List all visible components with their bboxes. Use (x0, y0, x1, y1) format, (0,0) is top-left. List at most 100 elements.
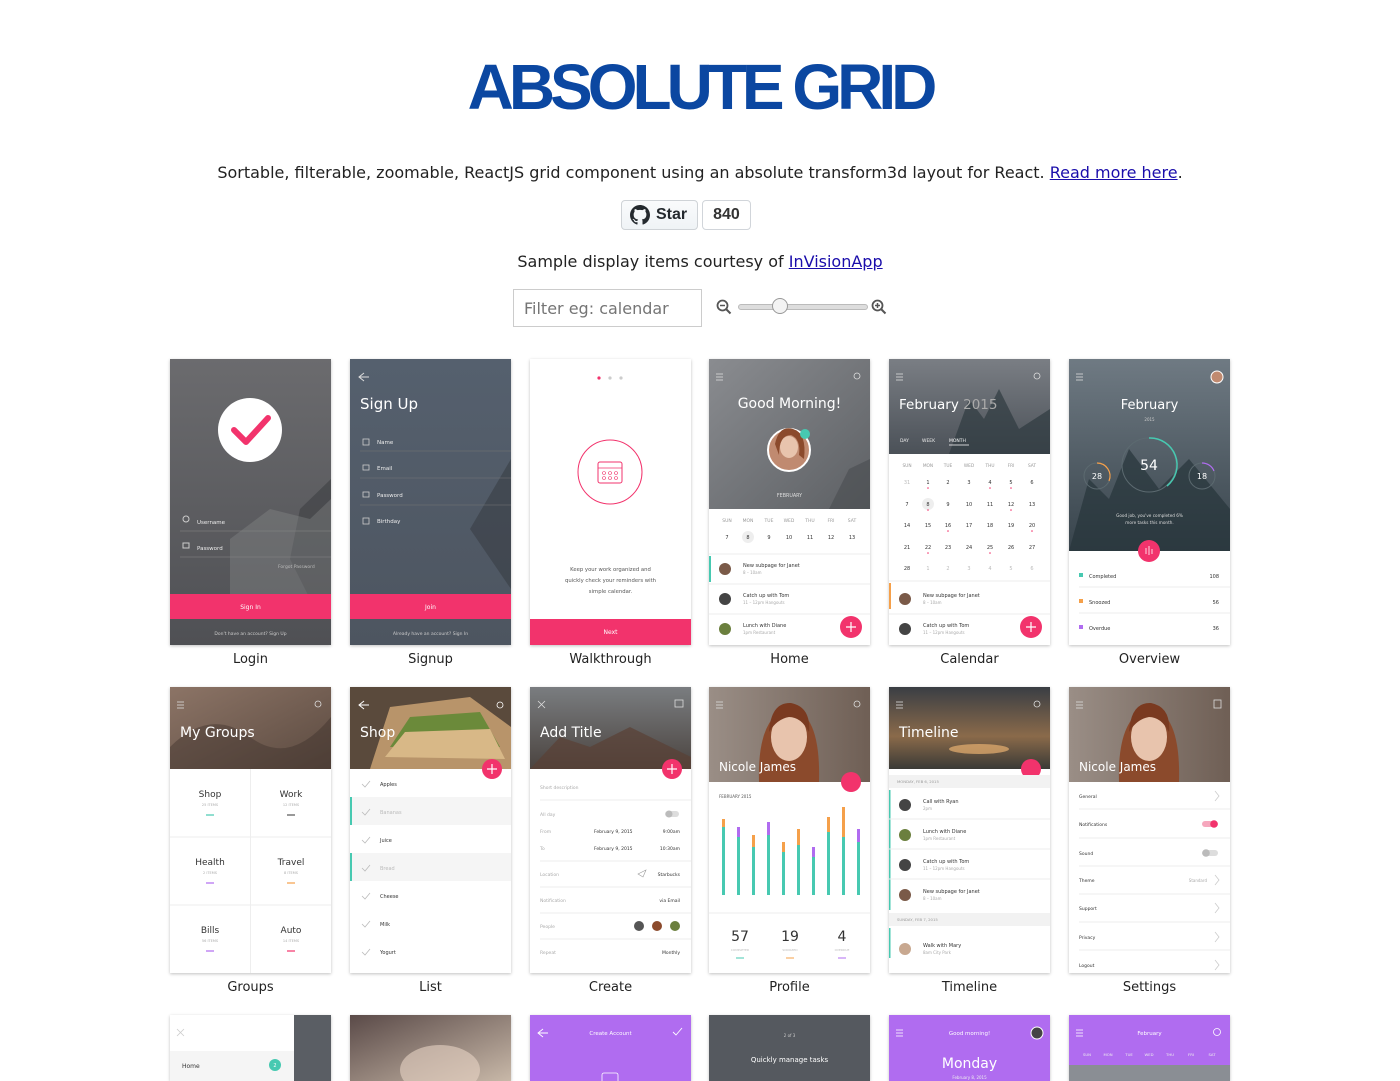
svg-text:10: 10 (966, 502, 972, 508)
svg-text:Sign In: Sign In (240, 604, 261, 611)
grid-item-partial-walkthrough2[interactable]: 2 of 3 Quickly manage tasks (709, 1015, 870, 1081)
grid-item-label: Walkthrough (569, 652, 652, 667)
svg-text:more tasks this month.: more tasks this month. (1125, 520, 1173, 525)
grid-item-groups[interactable]: My Groups Shop 25 ITEMS Work 12 ITEMS He… (170, 687, 331, 995)
svg-text:24: 24 (966, 545, 972, 551)
svg-text:1pm Restaurant: 1pm Restaurant (743, 630, 776, 635)
grid-item-partial-monday[interactable]: Good morning! Monday February 8, 2015 (889, 1015, 1050, 1081)
grid-item-partial-create-account[interactable]: Create Account (530, 1015, 691, 1081)
grid-item-partial-photo[interactable] (350, 1015, 511, 1081)
svg-text:8 – 10am: 8 – 10am (743, 570, 762, 575)
svg-text:3: 3 (967, 480, 970, 486)
svg-text:Password: Password (377, 493, 403, 499)
svg-text:2pm: 2pm (923, 806, 932, 811)
svg-text:6: 6 (1030, 566, 1033, 572)
menu-mockup: Home 2 (170, 1015, 331, 1081)
svg-text:Support: Support (1079, 906, 1097, 912)
grid-item-timeline[interactable]: Timeline MONDAY, FEB 6, 2015 Call with R… (889, 687, 1050, 995)
svg-text:4: 4 (988, 480, 991, 486)
calendar-mockup: February 2015 DAY WEEK MONTH SUN MON TUE… (889, 359, 1050, 645)
svg-text:TUE: TUE (764, 518, 774, 524)
svg-text:Catch up with Tom: Catch up with Tom (743, 593, 789, 599)
zoom-slider-track[interactable] (738, 304, 868, 310)
svg-text:28: 28 (1092, 472, 1102, 481)
grid-item-label: Groups (227, 980, 274, 995)
grid-item-partial-menu[interactable]: Home 2 (170, 1015, 331, 1081)
svg-text:Next: Next (604, 629, 619, 636)
svg-text:Work: Work (280, 790, 304, 800)
svg-text:Repeat: Repeat (540, 950, 556, 956)
svg-text:2015: 2015 (1144, 417, 1155, 422)
check-icon (218, 398, 282, 462)
svg-text:Bread: Bread (380, 866, 395, 872)
svg-text:14: 14 (904, 523, 910, 529)
svg-text:MON: MON (743, 518, 754, 524)
courtesy-text: Sample display items courtesy of (517, 252, 784, 271)
svg-text:Catch up with Tom: Catch up with Tom (923, 623, 969, 629)
svg-text:MONTH: MONTH (949, 438, 966, 444)
zoom-in-icon[interactable] (871, 299, 887, 315)
grid-item-overview[interactable]: February 2015 54 28 18 Good job, you've … (1069, 359, 1230, 667)
courtesy-line: Sample display items courtesy of InVisio… (0, 252, 1400, 271)
svg-text:WED: WED (784, 518, 795, 524)
invisionapp-link[interactable]: InVisionApp (789, 252, 883, 271)
svg-text:9: 9 (767, 535, 770, 541)
github-star-button[interactable]: Star (621, 200, 699, 230)
svg-text:56: 56 (1213, 600, 1219, 606)
svg-text:9:00am: 9:00am (663, 829, 680, 835)
grid-item-profile[interactable]: Nicole James FEBRUARY 2015 57 COMPLETED … (709, 687, 870, 995)
grid-item-login[interactable]: Username Password Forgot Password Sign I… (170, 359, 331, 667)
overview-mockup: February 2015 54 28 18 Good job, you've … (1069, 359, 1230, 645)
svg-text:108: 108 (1209, 574, 1219, 580)
svg-text:11 – 12pm Hangouts: 11 – 12pm Hangouts (743, 600, 785, 605)
svg-text:27: 27 (1029, 545, 1035, 551)
svg-text:SNOOZED: SNOOZED (782, 948, 798, 952)
grid-item-list[interactable]: Shop Apples Bananas Juice Bread Cheese M… (350, 687, 511, 995)
svg-text:My Groups: My Groups (180, 725, 255, 741)
grid-item-walkthrough[interactable]: Keep your work organized and quickly che… (530, 359, 691, 667)
grid-item-create[interactable]: Add Title Short description All day From… (530, 687, 691, 995)
photo-mockup (350, 1015, 511, 1081)
svg-text:To: To (539, 846, 545, 852)
svg-text:Bills: Bills (201, 926, 220, 936)
svg-text:February: February (1121, 398, 1179, 413)
svg-text:MONDAY, FEB 6, 2015: MONDAY, FEB 6, 2015 (897, 779, 939, 784)
zoom-slider-thumb[interactable] (772, 298, 789, 314)
read-more-link[interactable]: Read more here (1050, 163, 1178, 182)
svg-text:Don't have an account? Sign Up: Don't have an account? Sign Up (214, 631, 286, 637)
svg-text:2: 2 (946, 480, 949, 486)
svg-text:New subpage for Janet: New subpage for Janet (743, 563, 800, 569)
svg-text:SUN: SUN (902, 463, 911, 469)
svg-text:FRI: FRI (1188, 1052, 1194, 1057)
svg-text:Good morning!: Good morning! (949, 1031, 990, 1037)
svg-text:13: 13 (849, 535, 855, 541)
grid-item-settings[interactable]: Nicole James General Notifications Sound… (1069, 687, 1230, 995)
grid-item-partial-february[interactable]: February SUN MON TUE WED THU FRI SAT (1069, 1015, 1230, 1081)
svg-text:Short description: Short description (540, 785, 579, 791)
zoom-out-icon[interactable] (716, 299, 732, 315)
svg-text:5: 5 (1009, 566, 1012, 572)
grid-item-calendar[interactable]: February 2015 DAY WEEK MONTH SUN MON TUE… (889, 359, 1050, 667)
svg-text:Notification: Notification (540, 898, 566, 904)
svg-text:Monday: Monday (942, 1056, 997, 1072)
grid-item-home[interactable]: Good Morning! FEBRUARY SUN MON TUE WED T… (709, 359, 870, 667)
monday-mockup: Good morning! Monday February 8, 2015 (889, 1015, 1050, 1081)
svg-text:10:30am: 10:30am (660, 846, 680, 852)
star-count[interactable]: 840 (702, 200, 751, 230)
svg-text:11 – 12pm Hangouts: 11 – 12pm Hangouts (923, 630, 965, 635)
svg-text:Privacy: Privacy (1079, 935, 1096, 941)
svg-text:54: 54 (1140, 458, 1158, 474)
grid-item-signup[interactable]: Sign Up Name Email Password Birthday Joi… (350, 359, 511, 667)
svg-text:Timeline: Timeline (898, 725, 959, 741)
svg-text:People: People (540, 924, 555, 930)
svg-text:12: 12 (1008, 502, 1014, 508)
svg-text:Milk: Milk (380, 922, 390, 928)
filter-input[interactable] (513, 289, 702, 327)
svg-text:Add Title: Add Title (540, 725, 602, 741)
svg-text:Notifications: Notifications (1079, 822, 1108, 828)
create-mockup: Add Title Short description All day From… (530, 687, 691, 973)
svg-text:7: 7 (725, 535, 728, 541)
svg-text:13: 13 (1029, 502, 1035, 508)
home-mockup: Good Morning! FEBRUARY SUN MON TUE WED T… (709, 359, 870, 645)
svg-text:36: 36 (1213, 626, 1219, 632)
